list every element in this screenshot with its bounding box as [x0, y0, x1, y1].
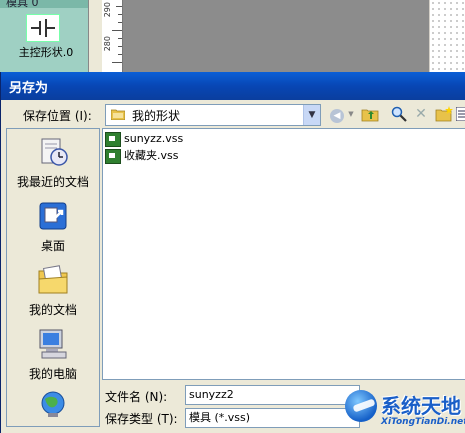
watermark-logo-icon — [345, 390, 377, 422]
master-shape-label: 主控形状.0 — [18, 46, 74, 59]
save-in-dropdown[interactable]: 我的形状 ▼ — [105, 104, 321, 126]
file-name: sunyzz.vss — [124, 132, 184, 145]
watermark: 系统天地 XiTongTianDi.net — [345, 388, 465, 433]
back-button[interactable]: ◀ — [326, 104, 348, 124]
dialog-title: 另存为 — [9, 81, 49, 96]
stencil-header[interactable]: 模具 0 — [0, 0, 88, 9]
my-computer-icon — [39, 329, 67, 359]
search-web-icon — [391, 106, 407, 122]
place-my-documents[interactable]: 我的文档 — [7, 263, 99, 318]
place-desktop[interactable]: 桌面 — [7, 199, 99, 254]
delete-button[interactable]: ✕ — [411, 104, 431, 124]
file-item[interactable]: 收藏夹.vss — [105, 148, 178, 164]
file-list[interactable]: sunyzz.vss 收藏夹.vss — [102, 128, 465, 380]
place-recent-documents[interactable]: 我最近的文档 — [7, 135, 99, 190]
vertical-ruler: 290 280 — [102, 0, 123, 72]
filetype-select[interactable]: 模具 (*.vss) — [185, 408, 360, 428]
dialog-titlebar[interactable]: 另存为 — [1, 72, 465, 100]
save-as-dialog: 另存为 保存位置 (I): 我的形状 ▼ ◀ ▼ ✕ 我最近的文档 桌面 我的文… — [0, 72, 465, 433]
file-item[interactable]: sunyzz.vss — [105, 131, 183, 147]
filetype-label: 保存类型 (T): — [105, 412, 178, 426]
chevron-down-icon[interactable]: ▼ — [303, 105, 320, 125]
back-dropdown-icon[interactable]: ▼ — [347, 104, 355, 124]
desktop-icon — [39, 202, 67, 230]
network-places-icon — [41, 391, 65, 417]
vss-file-icon — [105, 131, 121, 147]
new-folder-button[interactable] — [434, 104, 454, 124]
place-network[interactable] — [7, 389, 99, 427]
drawing-canvas[interactable] — [123, 0, 429, 72]
place-my-computer[interactable]: 我的电脑 — [7, 327, 99, 382]
ruler-number: 280 — [103, 36, 112, 52]
stencil-tab-label: 模具 0 — [6, 0, 39, 9]
recent-documents-icon — [41, 138, 68, 166]
places-bar: 我最近的文档 桌面 我的文档 我的电脑 — [6, 128, 100, 427]
place-label: 桌面 — [40, 239, 65, 253]
views-menu-button[interactable] — [455, 104, 465, 124]
place-label: 我的电脑 — [28, 367, 77, 381]
stencil-panel: 模具 0 主控形状.0 — [0, 0, 88, 72]
stencil-scrollbar[interactable] — [88, 0, 103, 72]
delete-icon: ✕ — [415, 106, 427, 122]
drawing-page[interactable] — [430, 0, 465, 72]
ruler-number: 290 — [103, 2, 112, 18]
save-in-value: 我的形状 — [132, 109, 181, 123]
save-in-label: 保存位置 (I): — [23, 109, 92, 123]
filename-input[interactable]: sunyzz2 — [185, 385, 360, 405]
file-name: 收藏夹.vss — [124, 149, 179, 162]
search-web-button[interactable] — [389, 104, 409, 124]
vss-file-icon — [105, 148, 121, 164]
folder-icon — [111, 109, 125, 120]
watermark-subtitle: XiTongTianDi.net — [381, 417, 465, 427]
back-arrow-icon: ◀ — [330, 109, 344, 123]
master-shape-icon[interactable] — [26, 14, 60, 42]
up-folder-icon — [361, 109, 379, 122]
up-one-level-button[interactable] — [359, 104, 381, 124]
new-folder-icon — [435, 106, 453, 122]
my-documents-icon — [38, 265, 68, 294]
views-icon — [455, 106, 465, 122]
place-label: 我的文档 — [28, 303, 77, 317]
watermark-title: 系统天地 — [381, 394, 461, 418]
filename-label: 文件名 (N): — [105, 390, 168, 404]
place-label: 我最近的文档 — [16, 175, 89, 189]
